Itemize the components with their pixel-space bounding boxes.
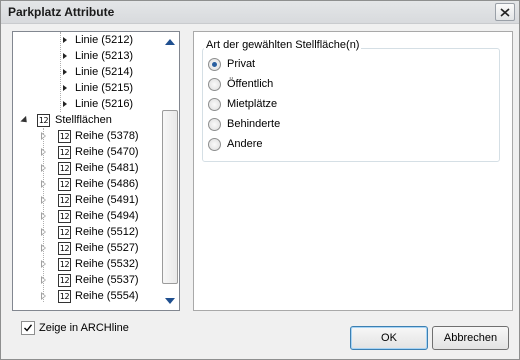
arrow-down-icon[interactable] xyxy=(165,298,175,304)
radio-label: Öffentlich xyxy=(227,78,274,90)
numbered-box-icon: 12 xyxy=(58,209,71,223)
numbered-box-icon: 12 xyxy=(58,129,71,143)
radio-privat[interactable]: Privat xyxy=(208,56,255,72)
tree-item-label: Linie (5215) xyxy=(75,82,134,94)
numbered-box-icon: 12 xyxy=(58,177,71,191)
tree-item-label: Reihe (5486) xyxy=(75,178,139,190)
tree-item-label: Reihe (5470) xyxy=(75,146,139,158)
checkbox[interactable] xyxy=(21,321,35,335)
expand-triangle-icon[interactable] xyxy=(41,244,46,252)
attributes-panel xyxy=(193,31,513,311)
numbered-box-icon: 12 xyxy=(58,289,71,303)
expand-triangle-icon[interactable] xyxy=(63,101,67,107)
expand-triangle-icon[interactable] xyxy=(63,37,67,43)
tree-item-linie[interactable]: Linie (5215) xyxy=(63,80,133,96)
radio-button[interactable] xyxy=(208,57,221,71)
expand-triangle-icon[interactable] xyxy=(41,212,46,220)
numbered-box-icon: 12 xyxy=(58,193,71,207)
radio-andere[interactable]: Andere xyxy=(208,136,262,152)
numbered-box-icon: 12 xyxy=(58,225,71,239)
tree-item-label: Reihe (5378) xyxy=(75,130,139,142)
radio-button[interactable] xyxy=(208,137,221,151)
expand-triangle-icon[interactable] xyxy=(63,69,67,75)
checkbox-label: Zeige in ARCHline xyxy=(39,322,129,334)
tree-item-linie[interactable]: Linie (5213) xyxy=(63,48,133,64)
radio-oeffentlich[interactable]: Öffentlich xyxy=(208,76,273,92)
tree-scrollbar[interactable] xyxy=(161,32,179,310)
expand-triangle-icon[interactable] xyxy=(41,292,46,300)
expand-triangle-icon[interactable] xyxy=(41,180,46,188)
expand-triangle-icon[interactable] xyxy=(41,228,46,236)
tree-item-label: Reihe (5481) xyxy=(75,162,139,174)
close-icon xyxy=(500,7,510,17)
tree-item-reihe[interactable]: 12 Reihe (5527) xyxy=(41,240,139,256)
tree-item-label: Linie (5216) xyxy=(75,98,134,110)
radio-label: Privat xyxy=(227,58,256,70)
groupbox-legend: Art der gewählten Stellfläche(n) xyxy=(204,39,362,51)
tree-item-reihe[interactable]: 12 Reihe (5491) xyxy=(41,192,139,208)
tree-item-reihe[interactable]: 12 Reihe (5494) xyxy=(41,208,139,224)
tree-item-label: Linie (5213) xyxy=(75,50,134,62)
scroll-thumb[interactable] xyxy=(162,110,178,284)
radio-button[interactable] xyxy=(208,97,221,111)
tree-item-label: Reihe (5554) xyxy=(75,290,139,302)
tree-item-reihe[interactable]: 12 Reihe (5481) xyxy=(41,160,139,176)
expand-triangle-icon[interactable] xyxy=(63,53,67,59)
radio-behinderte[interactable]: Behinderte xyxy=(208,116,280,132)
numbered-box-icon: 12 xyxy=(58,145,71,159)
numbered-box-icon: 12 xyxy=(58,161,71,175)
window-title: Parkplatz Attribute xyxy=(8,5,115,19)
radio-mietplaetze[interactable]: Mietplätze xyxy=(208,96,277,112)
collapse-triangle-icon[interactable] xyxy=(20,115,30,125)
tree-item-label: Reihe (5494) xyxy=(75,210,139,222)
tree-item-linie[interactable]: Linie (5216) xyxy=(63,96,133,112)
tree-item-label: Reihe (5537) xyxy=(75,274,139,286)
tree-item-label: Reihe (5491) xyxy=(75,194,139,206)
tree-item-label: Reihe (5527) xyxy=(75,242,139,254)
tree-item-linie[interactable]: Linie (5212) xyxy=(63,32,133,48)
radio-button[interactable] xyxy=(208,117,221,131)
tree-item-reihe[interactable]: 12 Reihe (5486) xyxy=(41,176,139,192)
tree-item-label: Reihe (5532) xyxy=(75,258,139,270)
tree-item-reihe[interactable]: 12 Reihe (5537) xyxy=(41,272,139,288)
expand-triangle-icon[interactable] xyxy=(41,148,46,156)
tree-item-stellflaechen[interactable]: 12 Stellflächen xyxy=(20,112,112,128)
tree-item-label: Linie (5212) xyxy=(75,34,134,46)
tree-item-reihe[interactable]: 12 Reihe (5512) xyxy=(41,224,139,240)
tree-item-label: Linie (5214) xyxy=(75,66,134,78)
radio-label: Behinderte xyxy=(227,118,281,130)
tree-item-label: Reihe (5512) xyxy=(75,226,139,238)
radio-button[interactable] xyxy=(208,77,221,91)
tree-item-reihe[interactable]: 12 Reihe (5470) xyxy=(41,144,139,160)
tree-item-label: Stellflächen xyxy=(55,114,112,126)
cancel-button[interactable]: Abbrechen xyxy=(432,326,509,350)
tree-item-linie[interactable]: Linie (5214) xyxy=(63,64,133,80)
expand-triangle-icon[interactable] xyxy=(41,276,46,284)
arrow-up-icon[interactable] xyxy=(165,39,175,45)
show-in-archline-option[interactable]: Zeige in ARCHline xyxy=(21,321,129,335)
tree-view[interactable]: Linie (5212) Linie (5213) Linie (5214) L… xyxy=(12,31,180,311)
numbered-box-icon: 12 xyxy=(58,273,71,287)
expand-triangle-icon[interactable] xyxy=(41,196,46,204)
title-bar: Parkplatz Attribute xyxy=(1,1,519,24)
expand-triangle-icon[interactable] xyxy=(63,85,67,91)
expand-triangle-icon[interactable] xyxy=(41,132,46,140)
dialog-window: Parkplatz Attribute Linie (5212) Linie (… xyxy=(0,0,520,360)
expand-triangle-icon[interactable] xyxy=(41,164,46,172)
radio-label: Andere xyxy=(227,138,263,150)
tree-item-reihe[interactable]: 12 Reihe (5532) xyxy=(41,256,139,272)
expand-triangle-icon[interactable] xyxy=(41,260,46,268)
tree-connector-line xyxy=(60,32,61,112)
numbered-box-icon: 12 xyxy=(58,257,71,271)
numbered-box-icon: 12 xyxy=(37,113,50,127)
radio-label: Mietplätze xyxy=(227,98,278,110)
tree-item-reihe[interactable]: 12 Reihe (5554) xyxy=(41,288,139,304)
tree-item-reihe[interactable]: 12 Reihe (5378) xyxy=(41,128,139,144)
check-icon xyxy=(24,324,33,332)
ok-button[interactable]: OK xyxy=(350,326,428,350)
close-button[interactable] xyxy=(495,3,515,21)
numbered-box-icon: 12 xyxy=(58,241,71,255)
